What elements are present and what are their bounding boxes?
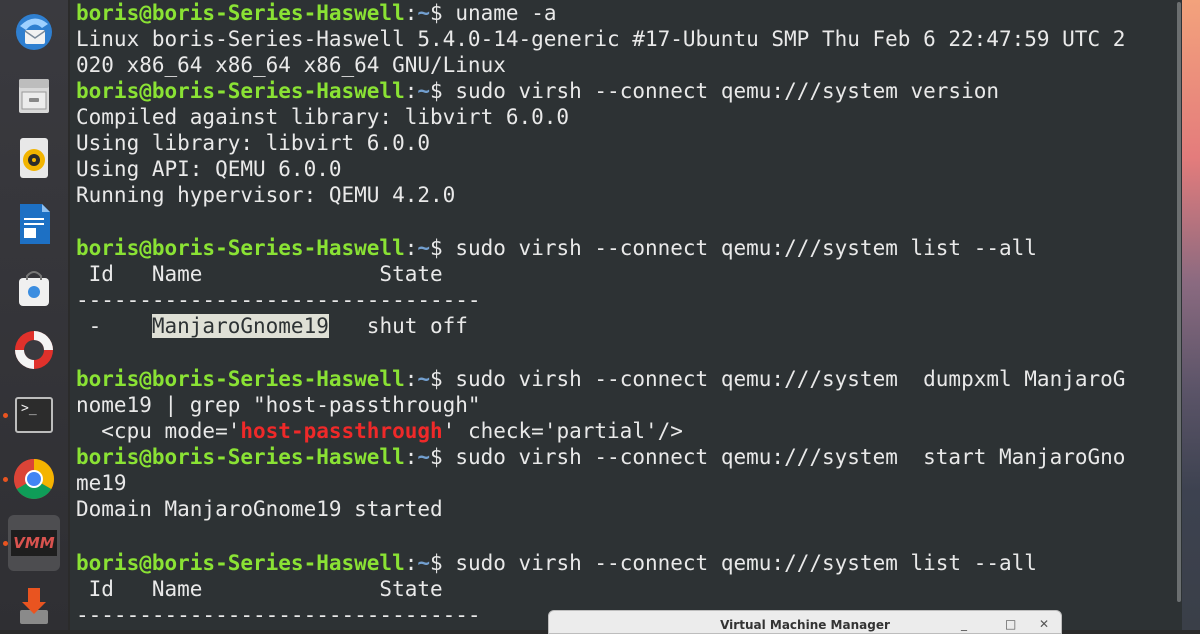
- prompt-user: boris@boris-Series-Haswell: [76, 367, 405, 391]
- terminal-line: boris@boris-Series-Haswell:~$ sudo virsh…: [76, 235, 1037, 261]
- prompt-sep: :: [404, 551, 418, 575]
- speaker-icon: [20, 138, 48, 178]
- prompt-path: ~: [417, 445, 431, 469]
- launcher-dock: >_ VMM: [0, 0, 68, 630]
- prompt-dollar: $: [430, 445, 456, 469]
- dock-installer[interactable]: [8, 580, 60, 632]
- table-rule: --------------------------------: [76, 288, 481, 312]
- command-text: sudo virsh --connect qemu:///system star…: [455, 445, 1126, 469]
- row-name-selected[interactable]: ManjaroGnome19: [151, 314, 329, 338]
- prompt-path: ~: [417, 79, 431, 103]
- close-button[interactable]: ✕: [1039, 617, 1049, 631]
- terminal-line: boris@boris-Series-Haswell:~$ sudo virsh…: [76, 550, 1037, 576]
- terminal-window[interactable]: boris@boris-Series-Haswell:~$ uname -a L…: [70, 0, 1176, 630]
- prompt-sep: :: [404, 367, 418, 391]
- prompt-path: ~: [417, 551, 431, 575]
- prompt-user: boris@boris-Series-Haswell: [76, 79, 405, 103]
- output-line: Running hypervisor: QEMU 4.2.0: [76, 183, 456, 207]
- terminal-line: boris@boris-Series-Haswell:~$ sudo virsh…: [76, 444, 1125, 470]
- maximize-button[interactable]: □: [1005, 617, 1016, 631]
- command-text: sudo virsh --connect qemu:///system dump…: [455, 367, 1126, 391]
- command-text: sudo virsh --connect qemu:///system vers…: [455, 79, 999, 103]
- terminal-line: boris@boris-Series-Haswell:~$ sudo virsh…: [76, 78, 999, 104]
- prompt-dollar: $: [430, 79, 456, 103]
- lifebuoy-icon: [15, 331, 53, 369]
- output-line: Using API: QEMU 6.0.0: [76, 157, 342, 181]
- output-line: Compiled against library: libvirt 6.0.0: [76, 105, 570, 129]
- install-icon: [20, 588, 48, 624]
- output-line: Domain ManjaroGnome19 started: [76, 497, 443, 521]
- vmm-icon: VMM: [11, 530, 57, 556]
- terminal-line: boris@boris-Series-Haswell:~$ uname -a: [76, 0, 557, 26]
- prompt-sep: :: [404, 445, 418, 469]
- dock-files[interactable]: [8, 70, 60, 122]
- xml-prefix: <cpu mode=': [76, 419, 241, 443]
- mail-icon: [16, 14, 52, 50]
- table-header: Id Name State: [76, 262, 443, 286]
- file-cabinet-icon: [19, 79, 49, 113]
- prompt-user: boris@boris-Series-Haswell: [76, 236, 405, 260]
- output-line: 020 x86_64 x86_64 x86_64 GNU/Linux: [76, 53, 506, 77]
- document-icon: [20, 204, 50, 244]
- chrome-icon: [14, 459, 54, 499]
- dock-virt-manager[interactable]: VMM: [8, 515, 60, 571]
- prompt-sep: :: [404, 236, 418, 260]
- desktop-wallpaper: [1182, 0, 1200, 630]
- vmm-window[interactable]: Virtual Machine Manager _ □ ✕: [548, 610, 1062, 634]
- prompt-user: boris@boris-Series-Haswell: [76, 551, 405, 575]
- prompt-sep: :: [404, 79, 418, 103]
- prompt-user: boris@boris-Series-Haswell: [76, 1, 405, 25]
- prompt-path: ~: [417, 1, 431, 25]
- prompt-user: boris@boris-Series-Haswell: [76, 445, 405, 469]
- prompt-path: ~: [417, 236, 431, 260]
- prompt-dollar: $: [430, 236, 456, 260]
- table-row: - ManjaroGnome19 shut off: [76, 313, 468, 339]
- row-state: shut off: [328, 314, 468, 338]
- shopping-bag-icon: [19, 271, 49, 306]
- grep-match: host-passthrough: [240, 419, 443, 443]
- prompt-sep: :: [404, 1, 418, 25]
- command-text: sudo virsh --connect qemu:///system list…: [455, 551, 1037, 575]
- prompt-dollar: $: [430, 1, 456, 25]
- minimize-button[interactable]: _: [961, 617, 967, 631]
- dock-software[interactable]: [8, 262, 60, 314]
- dock-thunderbird[interactable]: [8, 6, 60, 58]
- scrollbar-thumb[interactable]: [1177, 2, 1181, 602]
- terminal-line: boris@boris-Series-Haswell:~$ sudo virsh…: [76, 366, 1125, 392]
- prompt-dollar: $: [430, 367, 456, 391]
- xml-suffix: ' check='partial'/>: [442, 419, 683, 443]
- dock-chrome[interactable]: [8, 453, 60, 505]
- command-text: uname -a: [455, 1, 557, 25]
- output-line: <cpu mode='host-passthrough' check='part…: [76, 418, 683, 444]
- command-text: sudo virsh --connect qemu:///system list…: [455, 236, 1037, 260]
- command-continuation: nome19 | grep "host-passthrough": [76, 393, 481, 417]
- vmm-icon-text: VMM: [13, 534, 55, 552]
- dock-help[interactable]: [8, 324, 60, 376]
- prompt-path: ~: [417, 367, 431, 391]
- command-continuation: me19: [76, 471, 127, 495]
- output-line: Linux boris-Series-Haswell 5.4.0-14-gene…: [76, 27, 1126, 51]
- terminal-icon-text: >_: [21, 401, 37, 416]
- table-rule: --------------------------------: [76, 603, 481, 627]
- dock-terminal[interactable]: >_: [8, 389, 60, 441]
- terminal-icon: >_: [15, 397, 53, 433]
- output-line: Using library: libvirt 6.0.0: [76, 131, 431, 155]
- dock-rhythmbox[interactable]: [8, 132, 60, 184]
- table-header: Id Name State: [76, 577, 443, 601]
- prompt-dollar: $: [430, 551, 456, 575]
- row-id: -: [76, 314, 152, 338]
- dock-writer[interactable]: [8, 198, 60, 250]
